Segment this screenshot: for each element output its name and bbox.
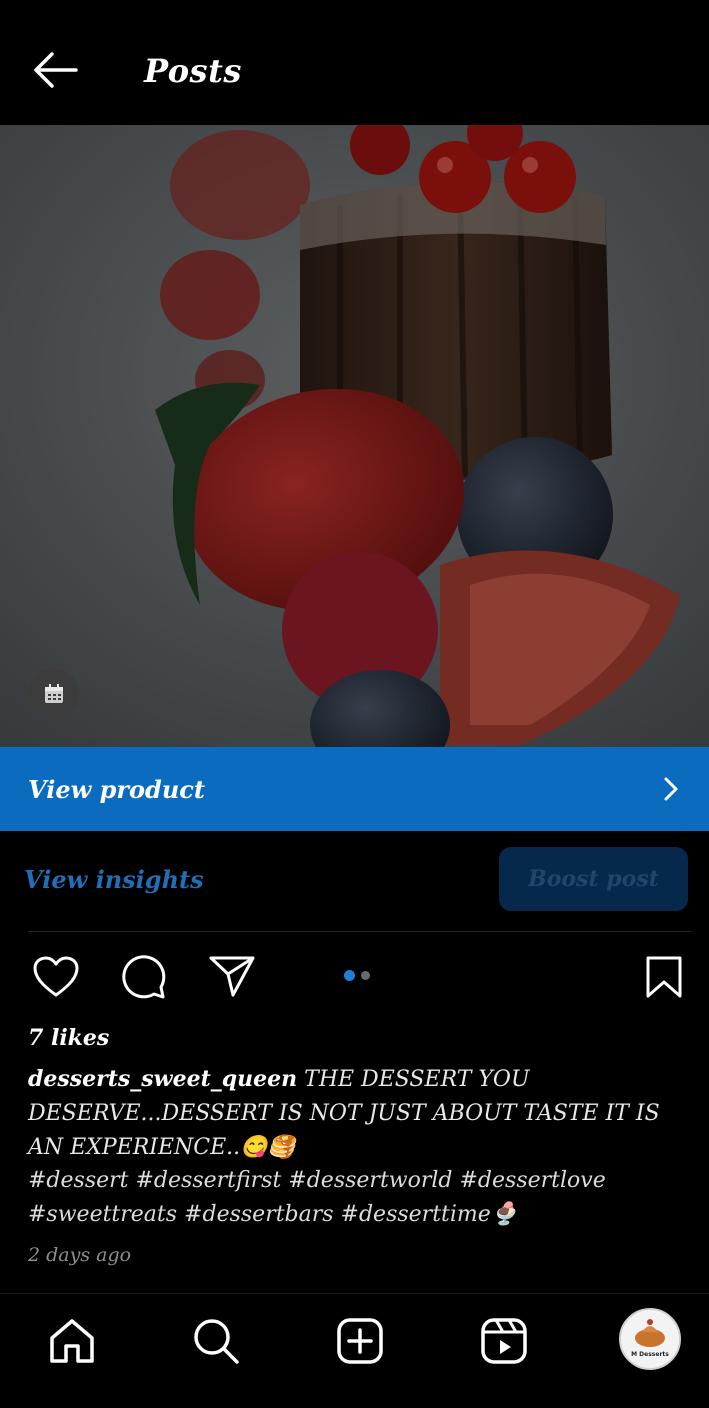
header-bar: Posts bbox=[0, 8, 709, 125]
view-insights-link[interactable]: View insights bbox=[24, 865, 204, 894]
share-button[interactable] bbox=[208, 954, 256, 1002]
add-post-icon bbox=[337, 1318, 383, 1364]
post-timestamp: 2 days ago bbox=[28, 1244, 132, 1266]
comment-icon bbox=[122, 955, 166, 999]
post-caption: desserts_sweet_queen THE DESSERT YOU DES… bbox=[28, 1062, 688, 1165]
home-icon bbox=[50, 1319, 94, 1363]
search-icon bbox=[194, 1319, 239, 1364]
nav-search[interactable] bbox=[191, 1316, 241, 1366]
heart-icon bbox=[33, 956, 79, 997]
bookmark-icon bbox=[646, 956, 682, 998]
reels-icon bbox=[481, 1318, 527, 1364]
status-bar bbox=[0, 0, 709, 8]
svg-text:M Desserts: M Desserts bbox=[631, 1351, 669, 1358]
likes-count[interactable]: 7 likes bbox=[28, 1025, 109, 1051]
back-button[interactable] bbox=[30, 48, 80, 92]
calendar-button[interactable] bbox=[28, 668, 79, 719]
view-product-banner[interactable]: View product bbox=[0, 747, 709, 831]
bottom-nav: M Desserts bbox=[0, 1293, 709, 1408]
nav-profile-avatar[interactable]: M Desserts bbox=[619, 1308, 681, 1370]
nav-reels[interactable] bbox=[479, 1316, 529, 1366]
chevron-right-icon bbox=[664, 777, 678, 801]
caption-username[interactable]: desserts_sweet_queen bbox=[28, 1066, 297, 1092]
divider bbox=[28, 931, 691, 932]
send-icon bbox=[209, 956, 255, 997]
post-hashtags[interactable]: #dessert #dessertfirst #dessertworld #de… bbox=[28, 1164, 688, 1232]
calendar-icon bbox=[44, 683, 63, 703]
comment-button[interactable] bbox=[120, 953, 168, 1005]
carousel-dot bbox=[361, 971, 370, 980]
boost-post-button[interactable]: Boost post bbox=[499, 847, 688, 911]
save-button[interactable] bbox=[645, 955, 683, 1003]
post-image[interactable] bbox=[0, 125, 709, 747]
carousel-indicator bbox=[344, 970, 370, 981]
like-button[interactable] bbox=[32, 955, 80, 1003]
page-title: Posts bbox=[144, 52, 242, 90]
carousel-dot-active bbox=[344, 970, 355, 981]
view-product-label: View product bbox=[28, 774, 205, 804]
nav-create[interactable] bbox=[335, 1316, 385, 1366]
arrow-left-icon bbox=[34, 52, 78, 88]
dessert-photo bbox=[0, 125, 709, 747]
nav-home[interactable] bbox=[47, 1316, 97, 1366]
profile-logo: M Desserts bbox=[621, 1310, 679, 1368]
